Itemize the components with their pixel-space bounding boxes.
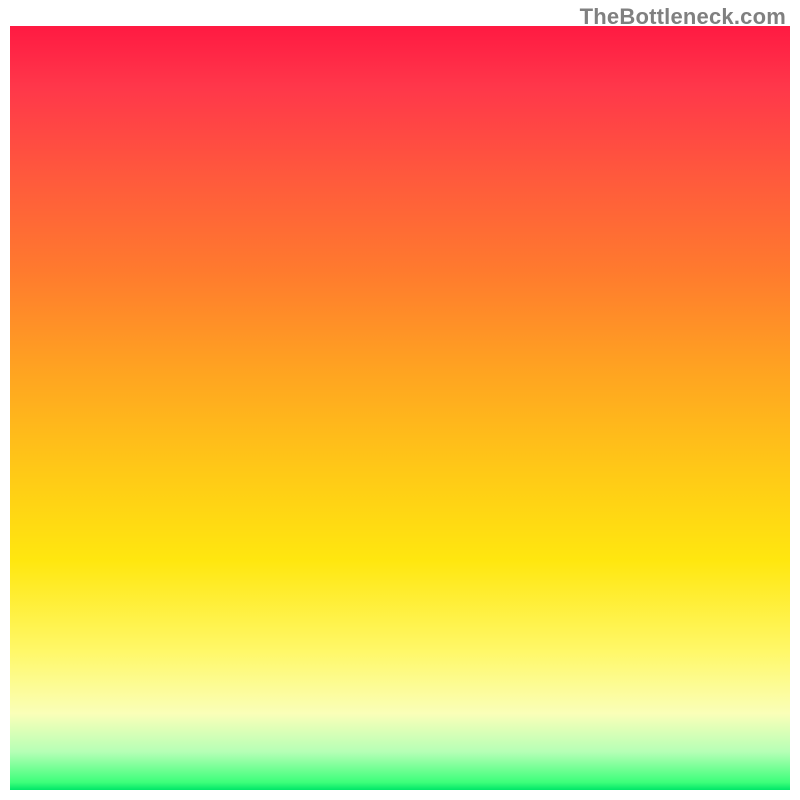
chart-area bbox=[10, 26, 790, 790]
chart-gradient-background bbox=[10, 26, 790, 790]
